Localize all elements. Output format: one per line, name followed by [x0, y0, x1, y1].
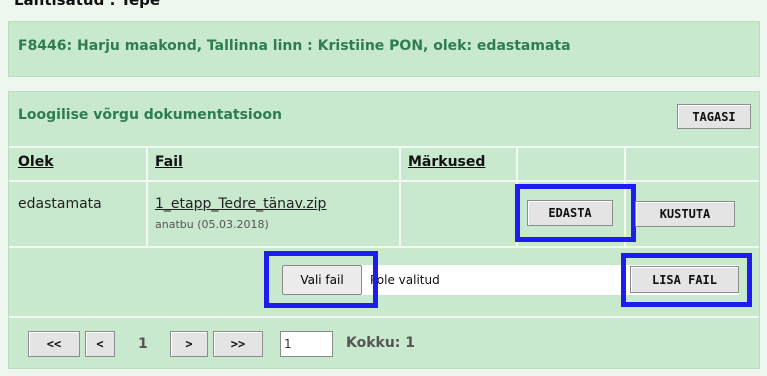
pager-prev-button[interactable]: <	[85, 331, 115, 357]
header-panel: F8446: Harju maakond, Tallinna linn : Kr…	[8, 21, 760, 77]
header-title: F8446: Harju maakond, Tallinna linn : Kr…	[18, 38, 571, 54]
choose-file-button[interactable]: Vali fail	[282, 265, 362, 295]
top-heading-partial: Lahtisatud : Tepe	[14, 0, 161, 9]
pager-current-page: 1	[138, 336, 148, 352]
total-count: Kokku: 1	[346, 335, 416, 351]
grid-line	[146, 146, 148, 247]
docs-title: Loogilise võrgu dokumentatsioon	[18, 107, 282, 123]
column-header-olek[interactable]: Olek	[18, 154, 54, 170]
add-file-button[interactable]: LISA FAIL	[630, 266, 739, 293]
grid-line	[399, 146, 401, 247]
kustuta-button[interactable]: KUSTUTA	[635, 201, 735, 227]
pager-last-button[interactable]: >>	[213, 331, 263, 357]
column-header-fail[interactable]: Fail	[155, 154, 183, 170]
grid-line	[9, 180, 759, 182]
pager-first-button[interactable]: <<	[28, 331, 80, 357]
grid-line	[9, 316, 759, 318]
row-status: edastamata	[18, 196, 102, 212]
page-number-input[interactable]: 1	[280, 331, 333, 357]
column-header-markused[interactable]: Märkused	[408, 154, 485, 170]
file-link[interactable]: 1_etapp_Tedre_tänav.zip	[155, 196, 326, 212]
grid-line	[9, 246, 759, 248]
grid-line	[9, 146, 759, 148]
docs-panel	[8, 91, 760, 369]
back-button[interactable]: TAGASI	[677, 104, 751, 129]
file-meta: anatbu (05.03.2018)	[155, 218, 269, 231]
edasta-button[interactable]: EDASTA	[527, 200, 613, 226]
pager-next-button[interactable]: >	[170, 331, 208, 357]
